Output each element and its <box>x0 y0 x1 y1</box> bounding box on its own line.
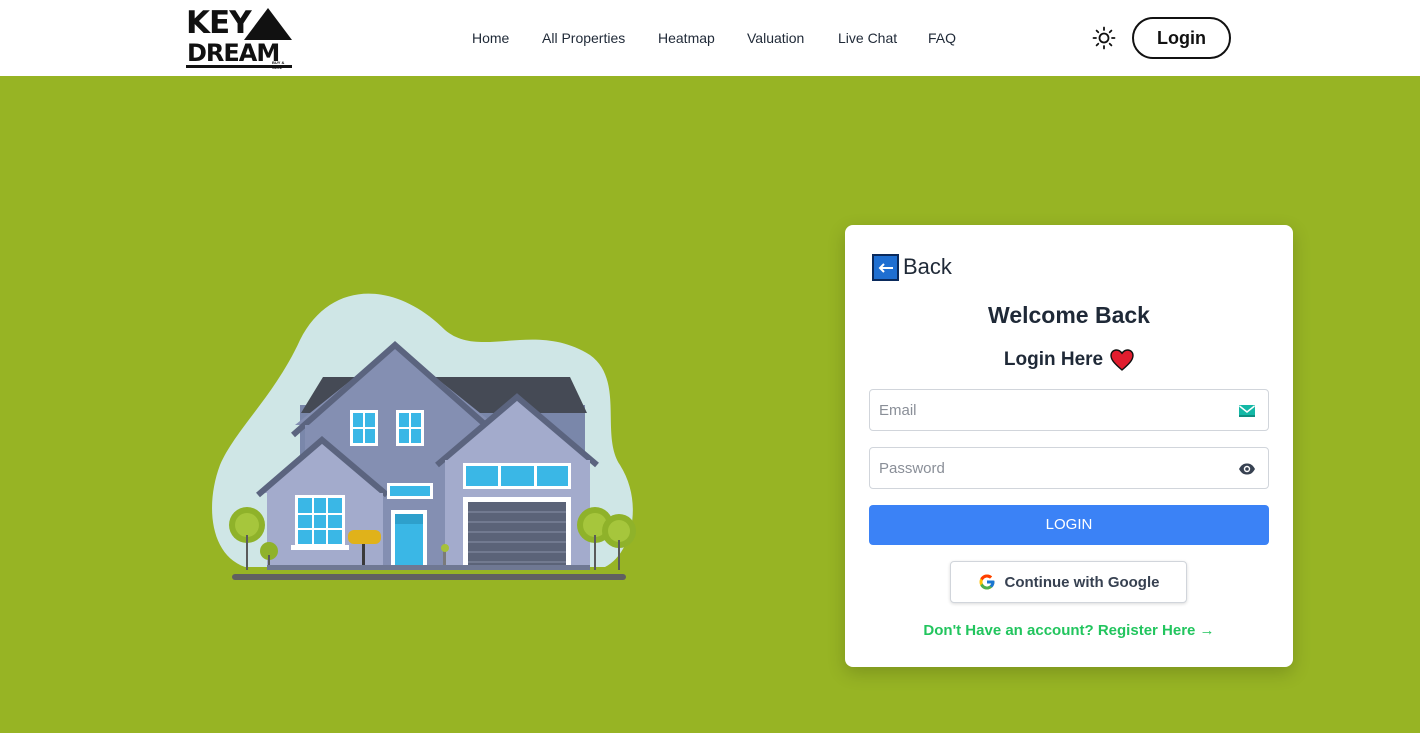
nav-link-valuation[interactable]: Valuation <box>747 28 804 48</box>
google-signin-button[interactable]: Continue with Google <box>950 561 1187 603</box>
house-illustration <box>205 285 645 590</box>
back-button[interactable]: Back <box>872 253 952 281</box>
back-label: Back <box>903 254 952 279</box>
login-subtitle-text: Login Here <box>1003 349 1104 370</box>
nav-login-button[interactable]: Login <box>1132 17 1231 59</box>
navbar: KEY DREAM BUY & SELL Home All Properties… <box>0 0 1420 76</box>
password-field <box>869 447 1269 489</box>
google-signin-label: Continue with Google <box>1004 573 1160 591</box>
logo-tagline: BUY & SELL <box>272 60 285 70</box>
login-card: Back Welcome Back Login Here LOGIN <box>845 225 1293 667</box>
login-title: Welcome Back <box>988 302 1150 328</box>
nav-link-heatmap[interactable]: Heatmap <box>658 28 715 48</box>
heart-icon <box>1110 349 1134 371</box>
password-input[interactable] <box>870 448 1268 488</box>
eye-icon[interactable] <box>1238 460 1256 478</box>
nav-link-all-properties[interactable]: All Properties <box>542 28 625 48</box>
login-subtitle: Login Here <box>845 347 1293 373</box>
arrow-left-icon <box>872 253 899 281</box>
envelope-icon <box>1239 405 1255 417</box>
email-field <box>869 389 1269 431</box>
nav-link-live-chat[interactable]: Live Chat <box>838 28 897 48</box>
nav-link-faq[interactable]: FAQ <box>928 28 956 48</box>
nav-link-home[interactable]: Home <box>472 28 509 48</box>
register-link[interactable]: Don't Have an account? Register Here → <box>845 621 1293 641</box>
email-input[interactable] <box>870 390 1268 430</box>
login-submit-button[interactable]: LOGIN <box>869 505 1269 545</box>
sun-icon[interactable] <box>1092 26 1116 50</box>
google-icon <box>979 574 994 590</box>
